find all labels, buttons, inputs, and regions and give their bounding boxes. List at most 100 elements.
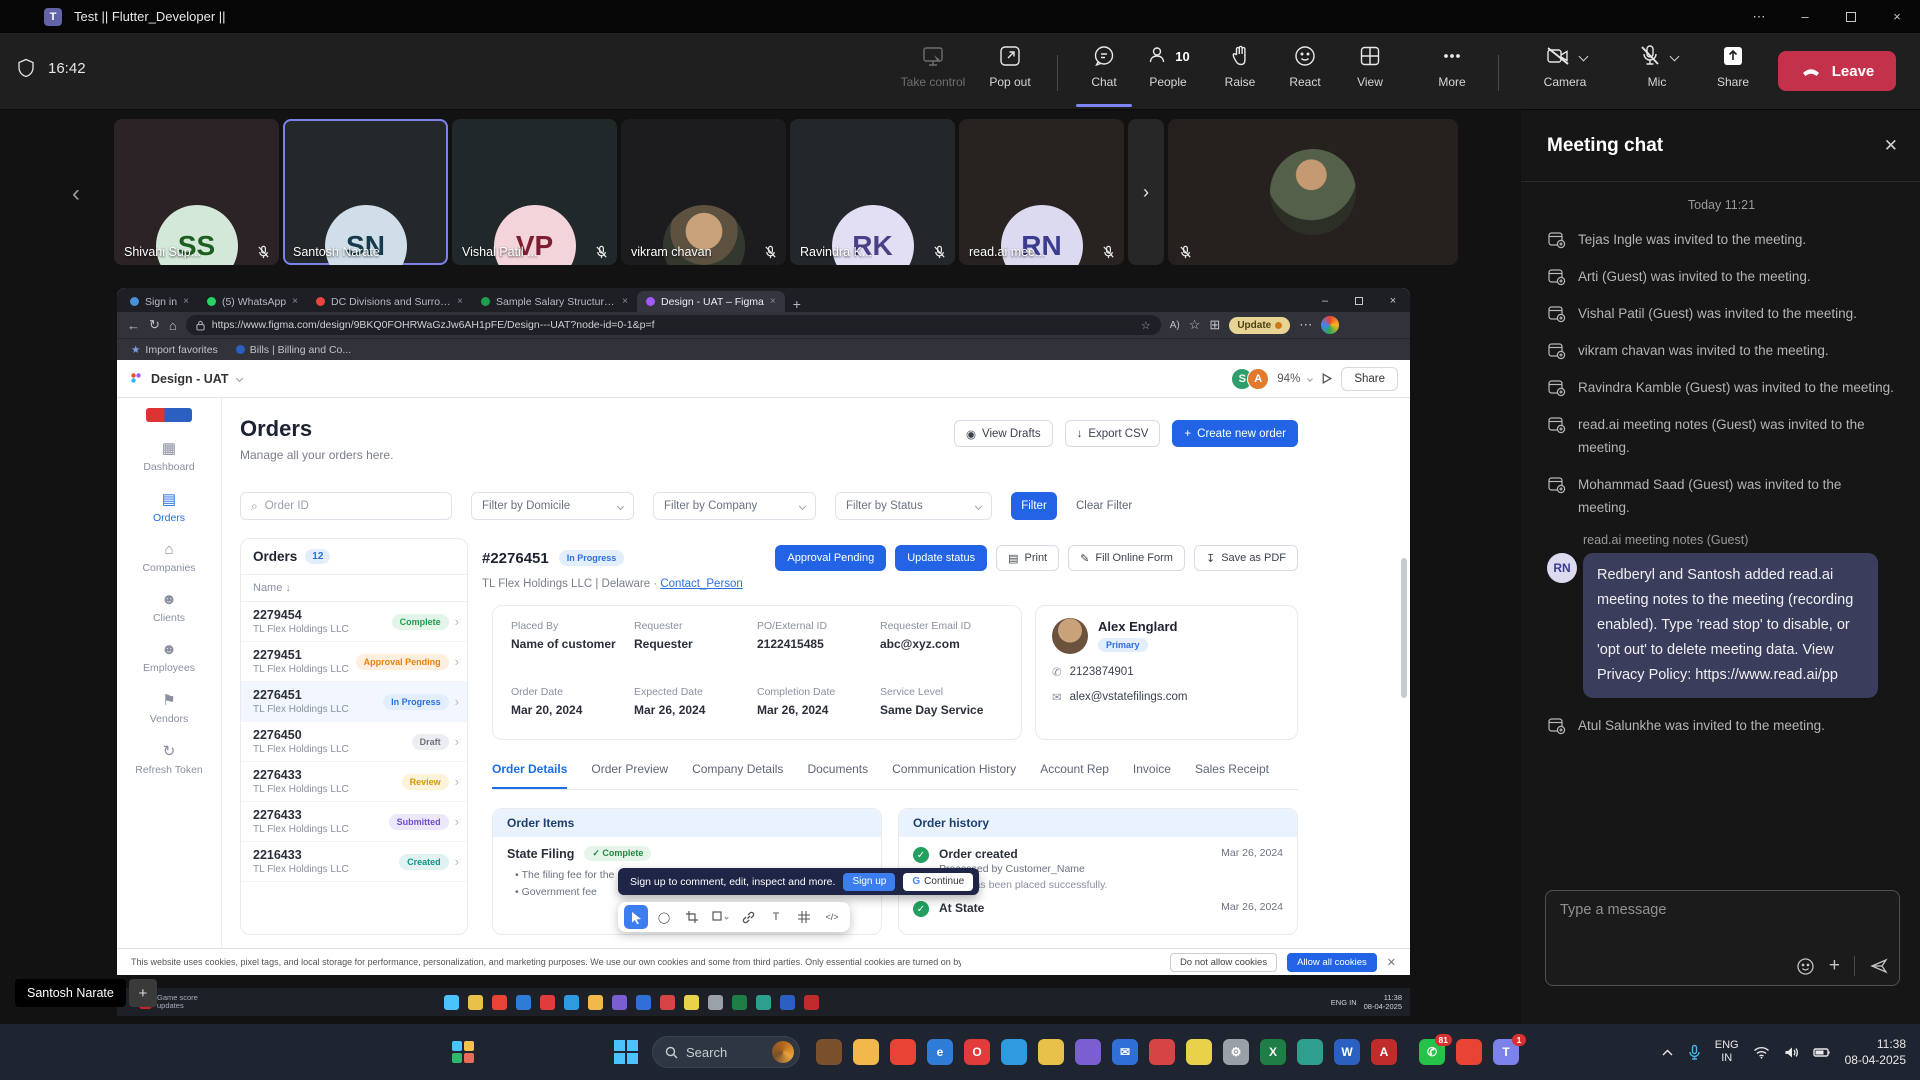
browser-profile-avatar[interactable]	[1321, 316, 1339, 334]
collections-icon[interactable]: ⊞	[1209, 317, 1220, 333]
explorer-icon[interactable]	[1038, 1039, 1064, 1065]
acrobat-icon[interactable]: A	[1371, 1039, 1397, 1065]
favorites-icon[interactable]: ☆	[1189, 317, 1201, 333]
outlook-icon[interactable]: ✉	[1112, 1039, 1138, 1065]
sidebar-item[interactable]: ▦ Dashboard	[143, 439, 194, 473]
tab-close-icon[interactable]: ×	[457, 296, 463, 307]
company-select[interactable]: Filter by Company	[653, 492, 816, 520]
create-order-button[interactable]: +Create new order	[1172, 420, 1298, 447]
wifi-icon[interactable]	[1753, 1046, 1770, 1059]
clear-filter-button[interactable]: Clear Filter	[1076, 500, 1132, 512]
mic-chevron-icon[interactable]	[1669, 51, 1679, 61]
read-aloud-icon[interactable]: A)	[1170, 320, 1180, 331]
teams-icon[interactable]: T 1	[1493, 1039, 1519, 1065]
participant-tile[interactable]: RN read.ai mee...	[959, 119, 1124, 265]
tab-close-icon[interactable]: ×	[292, 296, 298, 307]
order-row[interactable]: 2279454 TL Flex Holdings LLC Complete ›	[241, 602, 467, 642]
window-minimize-icon[interactable]: –	[1782, 0, 1828, 33]
detail-tab[interactable]: Account Rep	[1040, 762, 1109, 789]
filter-button[interactable]: Filter	[1011, 492, 1057, 520]
refresh-icon[interactable]: ↻	[149, 317, 160, 333]
home-icon[interactable]: ⌂	[169, 318, 177, 333]
detail-tab[interactable]: Sales Receipt	[1195, 762, 1269, 789]
order-row[interactable]: 2279451 TL Flex Holdings LLC Approval Pe…	[241, 642, 467, 682]
status-select[interactable]: Filter by Status	[835, 492, 992, 520]
chrome-icon-2[interactable]	[1456, 1039, 1482, 1065]
figma-menu-icon[interactable]	[129, 372, 143, 386]
spotlight-participant-tile[interactable]	[1168, 119, 1458, 265]
file-menu-chevron-icon[interactable]	[236, 375, 243, 382]
shape-tool-icon[interactable]	[708, 905, 732, 929]
tiles-scroll-right-icon[interactable]: ›	[1128, 119, 1164, 265]
hand-tool-icon[interactable]: ◯	[652, 905, 676, 929]
folder-icon[interactable]	[853, 1039, 879, 1065]
start-button[interactable]	[614, 1040, 638, 1064]
opera-icon[interactable]: O	[964, 1039, 990, 1065]
browser-menu-icon[interactable]: ⋯	[1299, 317, 1312, 333]
sidebar-item[interactable]: ☻ Clients	[153, 591, 185, 624]
send-icon[interactable]	[1869, 956, 1889, 976]
chat-close-icon[interactable]: ✕	[1884, 136, 1898, 156]
order-id-input[interactable]: ⌕Order ID	[240, 492, 452, 520]
move-tool-icon[interactable]	[624, 905, 648, 929]
participant-tile[interactable]: SS Shivani Sup...	[114, 119, 279, 265]
chrome-icon[interactable]	[890, 1039, 916, 1065]
battery-icon[interactable]	[1813, 1047, 1831, 1058]
app-icon-brown[interactable]	[816, 1039, 842, 1065]
leave-button[interactable]: Leave	[1778, 51, 1896, 91]
emoji-icon[interactable]	[1796, 957, 1815, 976]
tab-close-icon[interactable]: ×	[622, 296, 628, 307]
sign-up-button[interactable]: Sign up	[843, 873, 895, 891]
bookmark-item[interactable]: Bills | Billing and Co...	[236, 344, 351, 356]
window-more-icon[interactable]: ⋯	[1736, 0, 1782, 33]
tab-close-icon[interactable]: ×	[770, 296, 776, 307]
contact-phone[interactable]: ✆2123874901	[1052, 665, 1281, 679]
bookmark-item[interactable]: ★Import favorites	[131, 344, 218, 356]
vscode-icon[interactable]	[1001, 1039, 1027, 1065]
collaborator-avatar[interactable]: A	[1247, 368, 1269, 390]
back-icon[interactable]: ←	[127, 318, 140, 333]
browser-tab[interactable]: DC Divisions and Surroundings ×	[307, 291, 472, 312]
figma-file-name[interactable]: Design - UAT	[151, 372, 229, 386]
detail-tab[interactable]: Company Details	[692, 762, 783, 789]
participant-tile[interactable]: vikram chavan	[621, 119, 786, 265]
attach-plus-icon[interactable]: +	[1829, 955, 1840, 977]
camera-chevron-icon[interactable]	[1578, 51, 1588, 61]
sidebar-item[interactable]: ☻ Employees	[143, 641, 195, 674]
export-csv-button[interactable]: ↓Export CSV	[1065, 420, 1161, 447]
widgets-icon[interactable]	[452, 1041, 474, 1063]
print-button[interactable]: ▤Print	[996, 545, 1059, 571]
app-icon-yellow[interactable]	[1186, 1039, 1212, 1065]
allow-cookies-button[interactable]: Allow all cookies	[1287, 953, 1377, 972]
participant-tile[interactable]: RK Ravindra K...	[790, 119, 955, 265]
bookmark-star-icon[interactable]: ☆	[1141, 319, 1151, 332]
browser-tab[interactable]: Design - UAT – Figma ×	[637, 291, 785, 312]
app-icon-purple[interactable]	[1075, 1039, 1101, 1065]
contact-person-link[interactable]: Contact_Person	[660, 578, 742, 590]
browser-minimize-icon[interactable]: –	[1308, 290, 1342, 312]
sidebar-item[interactable]: ↻ Refresh Token	[135, 742, 203, 776]
zoom-level[interactable]: 94%	[1277, 373, 1300, 385]
whatsapp-icon[interactable]: ✆ 81	[1419, 1039, 1445, 1065]
browser-tab[interactable]: Sample Salary Structure with cal... ×	[472, 291, 637, 312]
fill-online-form-button[interactable]: ✎Fill Online Form	[1068, 545, 1185, 571]
detail-tab[interactable]: Communication History	[892, 762, 1016, 789]
volume-icon[interactable]	[1784, 1046, 1799, 1059]
present-icon[interactable]	[1320, 372, 1333, 385]
participant-tile[interactable]: SN Santosh Narate	[283, 119, 448, 265]
participant-tile[interactable]: VP Vishal Patil ...	[452, 119, 617, 265]
zoom-chevron-icon[interactable]	[1307, 376, 1313, 382]
window-maximize-icon[interactable]	[1828, 0, 1874, 33]
deny-cookies-button[interactable]: Do not allow cookies	[1170, 953, 1277, 972]
taskbar-clock[interactable]: 11:38 08-04-2025	[1845, 1036, 1906, 1068]
language-indicator[interactable]: ENGIN	[1715, 1039, 1739, 1065]
tiles-scroll-left-icon[interactable]: ‹	[72, 180, 80, 208]
text-tool-icon[interactable]: T	[764, 905, 788, 929]
list-column-header[interactable]: Name ↓	[241, 575, 467, 602]
browser-update-button[interactable]: Update	[1229, 317, 1290, 334]
order-row[interactable]: 2276433 TL Flex Holdings LLC Submitted ›	[241, 802, 467, 842]
update-status-button[interactable]: Update status	[895, 545, 987, 571]
more-button[interactable]: More	[1409, 43, 1495, 103]
grid-tool-icon[interactable]	[792, 905, 816, 929]
contact-email[interactable]: ✉alex@vstatefilings.com	[1052, 690, 1281, 704]
